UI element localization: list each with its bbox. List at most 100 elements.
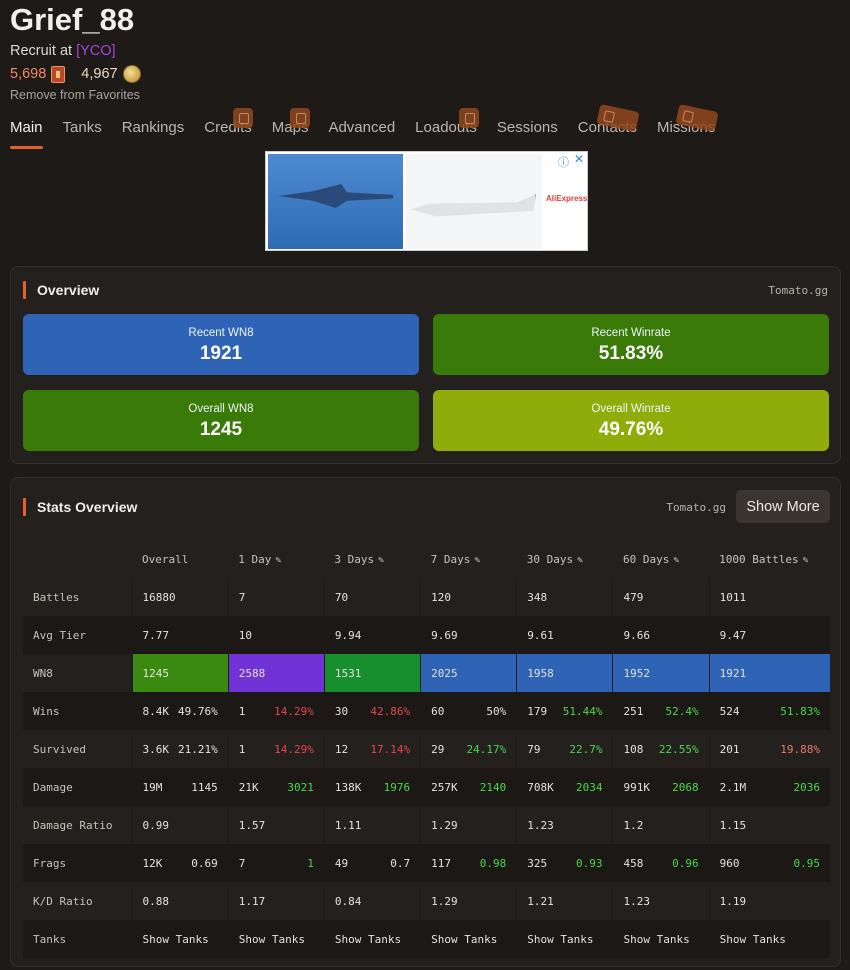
stat-average: 1145 [191,780,218,794]
header-3-days: 3 Days ✎ [324,540,420,578]
info-icon[interactable]: ⓘ [558,154,569,170]
stat-cell: 16880 [131,578,229,616]
row-label: Tanks [23,920,132,958]
stat-cell: 8.4K 49.76% [131,692,229,730]
header-1000-battles: 1000 Battles ✎ [709,540,830,578]
stat-cell: 325 0.93 [516,844,613,882]
show-tanks-link[interactable]: Show Tanks [227,920,325,958]
stat-cell: 7 [227,578,325,616]
stat-cell: 49 0.7 [323,844,421,882]
stat-cell: 0.88 [131,882,229,920]
tab-loadouts[interactable]: Loadouts [415,108,480,136]
wn8-cell: 1921 [708,654,830,692]
header-30-days: 30 Days ✎ [517,540,613,578]
remove-favorites-link[interactable]: Remove from Favorites [10,88,140,102]
card-value: 49.76% [598,419,664,440]
stat-cell: 1.21 [516,882,613,920]
stat-count: 29 [431,742,445,756]
header-7-days: 7 Days ✎ [421,540,517,578]
wn8-cell: 1958 [516,654,613,692]
stat-cell: 21K 3021 [227,768,325,806]
row-label: WN8 [33,666,53,680]
header-60-days: 60 Days ✎ [613,540,709,578]
pencil-icon[interactable]: ✎ [474,555,480,566]
stat-average: 1976 [383,780,411,794]
pencil-icon[interactable]: ✎ [803,555,809,566]
stat-cell: 79 22.7% [516,730,613,768]
show-more-button[interactable]: Show More [736,490,830,523]
tab-main[interactable]: Main [10,119,43,149]
card-label: Recent WN8 [188,327,254,339]
clan-tag-link[interactable]: [YCO] [76,43,115,59]
wn8-cell: 2588 [227,654,325,692]
card-label: Overall WN8 [188,403,254,415]
stat-percent: 50% [486,704,507,718]
card-value: 1245 [199,419,243,440]
stats-table: Overall 1 Day ✎ 3 Days ✎ 7 Days ✎ 30 Days ✎ … [23,540,830,958]
advertisement-banner[interactable]: AliExpress ⓘ ✕ [265,151,588,251]
show-tanks-link[interactable]: Show Tanks [131,920,229,958]
frags-row: Frags 12K 0.69 71 49 0.7 117 0.98 325 0.93 4… [23,844,830,882]
stat-percent: 14.29% [274,704,314,718]
stat-cell: 117 0.98 [420,844,517,882]
stat-total: 991K [623,780,650,794]
overview-source: Tomato.gg [768,284,828,297]
show-tanks-link[interactable]: Show Tanks [420,920,517,958]
stat-count: 108 [623,742,644,756]
pencil-icon[interactable]: ✎ [378,555,384,566]
stat-total: 19M [142,780,163,794]
stat-cell: 12K 0.69 [131,844,229,882]
survived-row: Survived 3.6K 21.21% 1 14.29% 12 17.14% 29 2… [23,730,830,768]
stat-cell: 1.23 [516,806,613,844]
tab-maps[interactable]: Maps [272,108,310,136]
stat-cell: 71 [227,844,325,882]
header-label: 60 Days [622,552,670,566]
show-tanks-link[interactable]: Show Tanks [516,920,613,958]
pencil-icon[interactable]: ✎ [577,555,583,566]
tab-tanks[interactable]: Tanks [63,119,102,136]
tab-contacts[interactable]: Contacts [578,104,640,136]
overview-title: Overview [23,281,99,299]
stat-percent: 14.29% [274,742,314,756]
header-1-day: 1 Day ✎ [228,540,324,578]
gold-badge-icon [51,65,66,83]
tab-advanced[interactable]: Advanced [328,119,395,136]
stat-percent: 19.88% [780,742,820,756]
tab-credits[interactable]: Credits [204,108,254,136]
stat-total: 708K [527,780,554,794]
stat-count: 179 [527,704,548,718]
stat-cell: 960 0.95 [708,844,830,882]
lock-icon [459,108,480,128]
stat-cell: 1.57 [227,806,325,844]
stat-total: 325 [527,856,548,870]
header-label: 30 Days [526,552,574,566]
row-label: Survived [33,742,86,756]
pencil-icon[interactable]: ✎ [275,555,281,566]
wins-row: Wins 8.4K 49.76% 1 14.29% 30 42.86% 60 50% 1… [23,692,830,730]
stats-overview-panel: Stats Overview Tomato.gg Show More Overa… [10,477,841,967]
stat-average: 0.95 [793,856,821,870]
tab-missions[interactable]: Missions [657,104,719,136]
show-tanks-link[interactable]: Show Tanks [612,920,710,958]
table-header-row: Overall 1 Day ✎ 3 Days ✎ 7 Days ✎ 30 Days ✎ … [23,540,830,578]
stat-percent: 51.44% [562,704,603,718]
stat-cell: 10 [227,616,325,654]
stat-percent: 21.21% [177,742,218,756]
show-tanks-link[interactable]: Show Tanks [708,920,830,958]
silver-value: 4,967 [81,66,118,82]
tab-sessions[interactable]: Sessions [497,119,558,136]
stat-percent: 22.55% [658,742,699,756]
card-value: 1921 [199,343,243,364]
stat-cell: 201 19.88% [708,730,830,768]
stat-count: 251 [623,704,644,718]
tab-rankings[interactable]: Rankings [122,119,185,136]
pencil-icon[interactable]: ✎ [673,555,679,566]
show-tanks-link[interactable]: Show Tanks [323,920,421,958]
close-icon[interactable]: ✕ [574,152,584,166]
stat-count: 1 [238,742,246,756]
header-overall: Overall [132,540,228,578]
stat-cell: 1.11 [323,806,421,844]
stat-cell: 179 51.44% [516,692,613,730]
coin-icon [122,65,141,83]
ad-brand-logo: AliExpress [546,194,588,203]
